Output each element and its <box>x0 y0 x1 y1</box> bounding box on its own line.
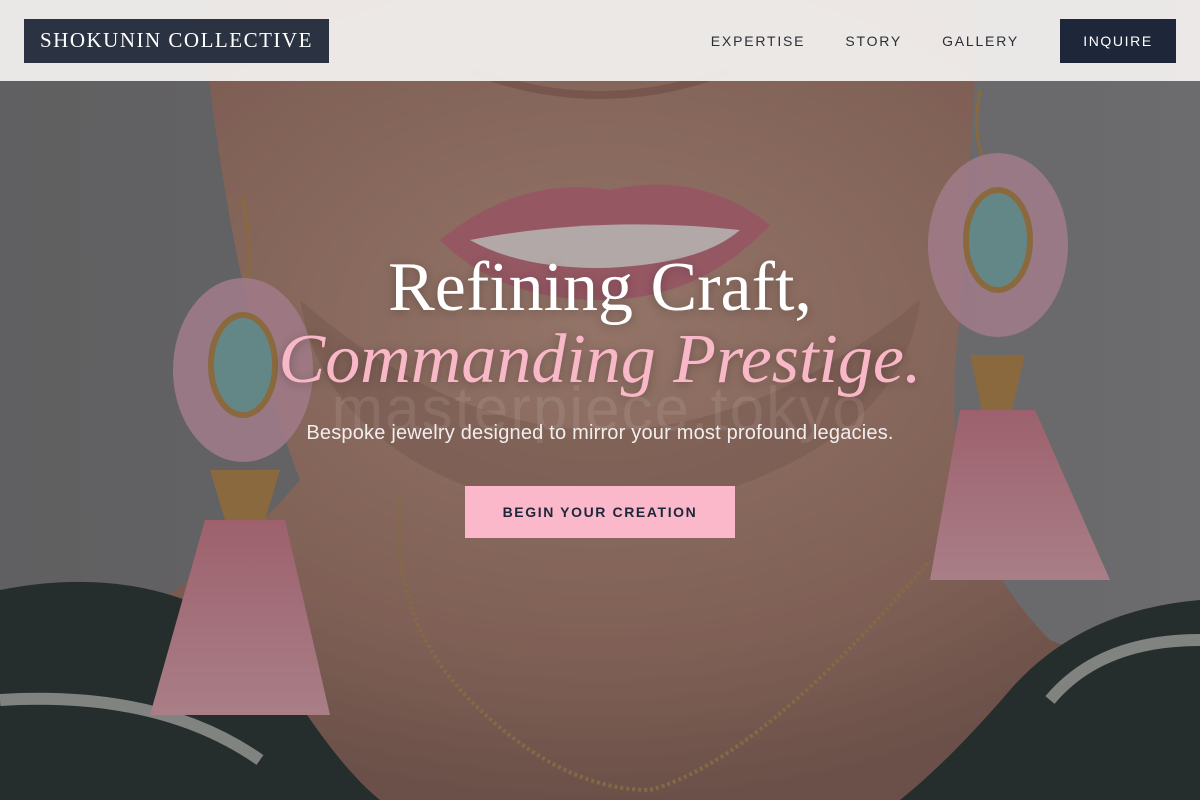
hero-content: masterpiece.tokyo Refining Craft, Comman… <box>0 252 1200 538</box>
hero-title-line-1: Refining Craft, <box>388 249 812 326</box>
begin-creation-button[interactable]: BEGIN YOUR CREATION <box>465 486 735 538</box>
inquire-button[interactable]: INQUIRE <box>1060 18 1176 63</box>
nav-link-gallery[interactable]: GALLERY <box>942 33 1019 49</box>
nav-link-expertise[interactable]: EXPERTISE <box>711 33 806 49</box>
top-navbar: SHOKUNIN COLLECTIVE EXPERTISE STORY GALL… <box>0 0 1200 81</box>
hero-title-line-2: Commanding Prestige. <box>278 321 922 398</box>
hero-subtitle: Bespoke jewelry designed to mirror your … <box>306 422 894 444</box>
nav-links: EXPERTISE STORY GALLERY INQUIRE <box>711 18 1176 63</box>
brand-logo[interactable]: SHOKUNIN COLLECTIVE <box>24 18 329 63</box>
nav-link-story[interactable]: STORY <box>845 33 902 49</box>
hero-title: Refining Craft, Commanding Prestige. <box>0 252 1200 396</box>
